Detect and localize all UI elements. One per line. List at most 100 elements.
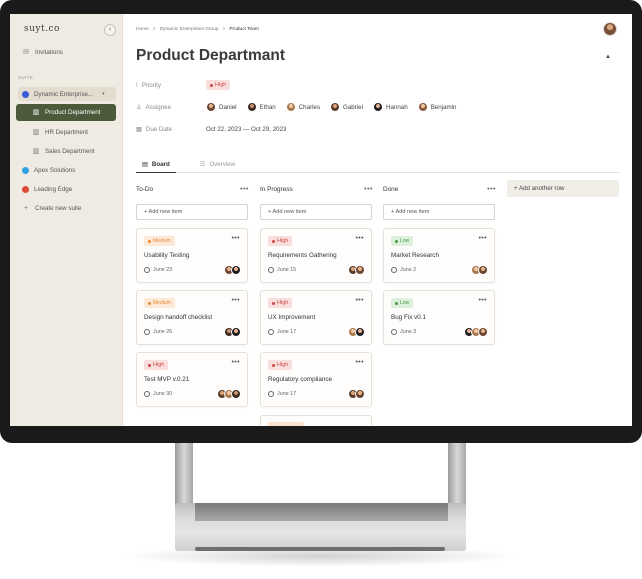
- due-date-row: ▦ Due Date Oct 22, 2023 — Oct 29, 2023: [136, 122, 287, 136]
- create-suite-button[interactable]: + Create new suite: [22, 201, 81, 215]
- add-row-button[interactable]: + Add another row: [507, 180, 619, 197]
- task-card[interactable]: High ••• UX Improvement June 17: [260, 290, 372, 345]
- column-header-todo: To-Do •••: [136, 183, 249, 195]
- main-content: Home > Dynamic Enterprises Group > Produ…: [124, 14, 632, 426]
- flag-icon: !: [136, 81, 138, 89]
- assignee-chip[interactable]: Hannah: [373, 102, 408, 112]
- user-avatar[interactable]: [603, 22, 617, 36]
- sidebar-item-label: Leading Edge: [34, 185, 73, 193]
- priority-row: ! Priority High: [136, 78, 231, 92]
- assignee-chip[interactable]: Charles: [285, 102, 320, 112]
- card-menu-icon[interactable]: •••: [231, 359, 240, 366]
- card-title: Market Research: [391, 252, 439, 259]
- sidebar-item-apex-solutions[interactable]: Apex Solutions: [22, 163, 75, 177]
- priority-badge[interactable]: High: [206, 80, 231, 90]
- task-card[interactable]: Medium ••• Usability Testing June 23: [136, 228, 248, 283]
- clock-icon: [268, 391, 274, 397]
- app-screen: suyt.co ‹ ✉ Invitations SUITE Dynamic En…: [10, 14, 632, 426]
- sidebar-item-sales-department[interactable]: ▥ Sales Department: [32, 144, 95, 158]
- add-item-button[interactable]: + Add new item: [383, 204, 495, 220]
- card-menu-icon[interactable]: •••: [355, 359, 364, 366]
- avatar: [478, 265, 488, 275]
- card-title: Requirements Gathering: [268, 252, 337, 259]
- breadcrumb-separator: >: [222, 27, 226, 32]
- add-item-button[interactable]: + Add new item: [260, 204, 372, 220]
- assignee-chip[interactable]: Daniel: [206, 102, 237, 112]
- card-title: Regulatory compliance: [268, 376, 333, 383]
- clock-icon: [144, 267, 150, 273]
- task-card[interactable]: High ••• Regulatory compliance June 17: [260, 352, 372, 407]
- card-menu-icon[interactable]: •••: [478, 235, 487, 242]
- task-card[interactable]: High ••• Requirements Gathering June 15: [260, 228, 372, 283]
- sidebar-item-product-department[interactable]: ▥ Product Department: [16, 104, 116, 121]
- column-title: Done: [383, 185, 399, 193]
- clock-icon: [144, 391, 150, 397]
- column-menu-icon[interactable]: •••: [487, 186, 496, 193]
- task-card[interactable]: Medium ••• Design handoff checklist June…: [136, 290, 248, 345]
- sidebar-item-label: Create new suite: [35, 204, 82, 212]
- sidebar-item-dynamic-enterprise[interactable]: Dynamic Enterprise... ▾: [22, 87, 105, 101]
- card-title: Usability Testing: [144, 252, 190, 259]
- column-menu-icon[interactable]: •••: [364, 186, 373, 193]
- priority-badge: High: [268, 236, 293, 246]
- assignee-chip[interactable]: Ethan: [246, 102, 276, 112]
- priority-badge: Medium: [144, 298, 175, 308]
- board-icon: ▤: [142, 160, 148, 168]
- clock-icon: [144, 329, 150, 335]
- due-date-value[interactable]: Oct 22, 2023 — Oct 29, 2023: [206, 126, 287, 133]
- task-card[interactable]: Low ••• Market Research June 2: [383, 228, 495, 283]
- breadcrumb-group[interactable]: Dynamic Enterprises Group: [160, 27, 219, 32]
- add-item-button[interactable]: + Add new item: [136, 204, 248, 220]
- avatar: [478, 327, 488, 337]
- sidebar-item-label: Sales Department: [45, 147, 95, 155]
- avatar: [231, 265, 241, 275]
- sidebar-item-invitations[interactable]: ✉ Invitations: [22, 45, 63, 59]
- card-menu-icon[interactable]: •••: [231, 235, 240, 242]
- assignee-row: ♙ Assignee Daniel Ethan Charles Gabriel H…: [136, 100, 456, 114]
- sidebar-item-label: HR Department: [45, 128, 88, 136]
- avatar: [373, 102, 383, 112]
- logo: suyt.co: [24, 24, 60, 34]
- clock-icon: [391, 267, 397, 273]
- card-menu-icon[interactable]: •••: [231, 297, 240, 304]
- card-title: UX Improvement: [268, 314, 316, 321]
- sidebar: suyt.co ‹ ✉ Invitations SUITE Dynamic En…: [10, 14, 123, 426]
- due-date-label: Due Date: [145, 125, 172, 133]
- column-menu-icon[interactable]: •••: [240, 186, 249, 193]
- card-avatars: [348, 389, 365, 399]
- assignee-list: Daniel Ethan Charles Gabriel Hannah Benj…: [206, 102, 456, 112]
- collapse-sidebar-button[interactable]: ‹: [104, 24, 116, 36]
- card-menu-icon[interactable]: •••: [478, 297, 487, 304]
- suite-color-dot: [22, 166, 29, 174]
- avatar: [355, 389, 365, 399]
- avatar: [285, 102, 296, 112]
- column-header-in-progress: In Progress •••: [260, 183, 373, 195]
- task-card[interactable]: High ••• Test MVP v.0.21 June 30: [136, 352, 248, 407]
- tab-board[interactable]: ▤ Board: [136, 156, 176, 173]
- task-card[interactable]: Low ••• Bug Fix v0.1 June 3: [383, 290, 495, 345]
- priority-badge: Medium: [144, 236, 175, 246]
- list-icon: ☰: [199, 161, 206, 168]
- suite-section-label: SUITE: [18, 75, 34, 80]
- priority-label: Priority: [141, 81, 161, 89]
- suite-color-dot: [22, 90, 29, 98]
- tab-overview[interactable]: ☰ Overview: [194, 156, 241, 173]
- card-avatars: [217, 389, 241, 399]
- card-date: June 23: [144, 267, 172, 273]
- task-card-partial[interactable]: [260, 415, 372, 426]
- collapse-header-icon[interactable]: ▲: [605, 54, 611, 60]
- breadcrumb-home[interactable]: Home: [136, 27, 149, 32]
- assignee-chip[interactable]: Benjamin: [417, 102, 456, 112]
- assignee-chip[interactable]: Gabriel: [330, 102, 363, 112]
- card-menu-icon[interactable]: •••: [355, 297, 364, 304]
- sidebar-item-label: Dynamic Enterprise...: [34, 90, 94, 98]
- calendar-icon: ▦: [136, 125, 142, 133]
- priority-badge: [268, 422, 304, 426]
- assignee-label: Assignee: [145, 103, 172, 111]
- suite-color-dot: [22, 185, 29, 193]
- sidebar-item-hr-department[interactable]: ▥ HR Department: [32, 125, 88, 139]
- sidebar-item-label: Apex Solutions: [34, 166, 76, 174]
- card-menu-icon[interactable]: •••: [355, 235, 364, 242]
- sidebar-item-leading-edge[interactable]: Leading Edge: [22, 182, 72, 196]
- stand-top: [195, 503, 448, 521]
